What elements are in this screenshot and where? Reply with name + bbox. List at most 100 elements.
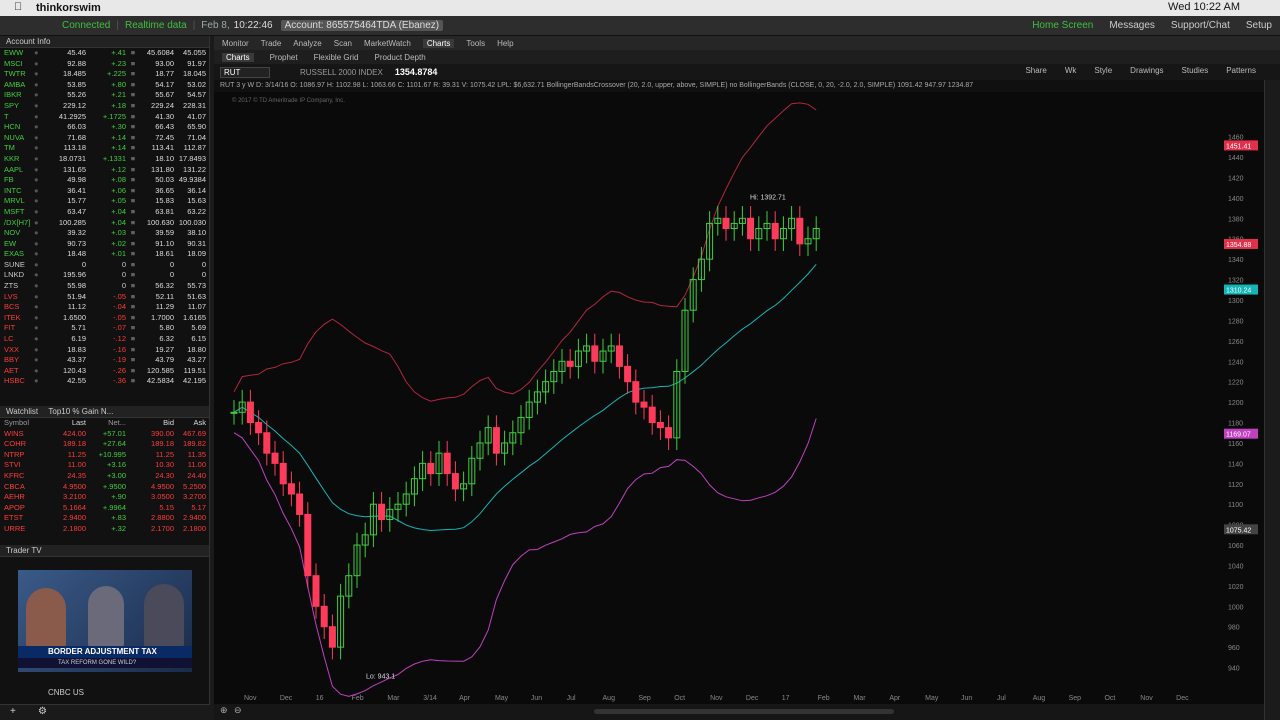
- quote-row[interactable]: AET ● 120.43 -.26 ≡ 120.585 119.51: [0, 366, 209, 377]
- quote-row[interactable]: IBKR ● 55.26 +.21 ≡ 55.67 54.57: [0, 90, 209, 101]
- home-screen-link[interactable]: Home Screen: [1032, 20, 1093, 31]
- chart-scrollbar[interactable]: [594, 709, 894, 714]
- quote-row[interactable]: EW ● 90.73 +.02 ≡ 91.10 90.31: [0, 239, 209, 250]
- chart-mini-icon[interactable]: ≡: [126, 143, 140, 154]
- tab-trade[interactable]: Trade: [261, 39, 282, 48]
- chart-mini-icon[interactable]: ≡: [126, 133, 140, 144]
- apple-icon[interactable]: : [14, 1, 22, 13]
- quote-row[interactable]: HSBC ● 42.55 -.36 ≡ 42.5834 42.195: [0, 376, 209, 387]
- quote-row[interactable]: ITEK ● 1.6500 -.05 ≡ 1.7000 1.6165: [0, 313, 209, 324]
- chart-mini-icon[interactable]: ≡: [126, 154, 140, 165]
- gear-icon[interactable]: ⚙: [38, 706, 47, 717]
- chart-mini-icon[interactable]: ≡: [126, 80, 140, 91]
- tab-help[interactable]: Help: [497, 39, 513, 48]
- chart-mini-icon[interactable]: ≡: [126, 175, 140, 186]
- watchlist-row[interactable]: CBCA 4.9500 +.9500 4.9500 5.2500: [0, 482, 209, 493]
- toolbar-drawings-button[interactable]: Drawings: [1130, 66, 1163, 75]
- chart-mini-icon[interactable]: ≡: [126, 48, 140, 59]
- quote-row[interactable]: ZTS ● 55.98 0 ≡ 56.32 55.73: [0, 281, 209, 292]
- setup-link[interactable]: Setup: [1246, 20, 1272, 31]
- chart-mini-icon[interactable]: ≡: [126, 376, 140, 387]
- watchlist-row[interactable]: WINS 424.00 +57.01 390.00 467.69: [0, 429, 209, 440]
- chart-mini-icon[interactable]: ≡: [126, 281, 140, 292]
- menubar-datetime[interactable]: Wed 10:22 AM: [1168, 1, 1240, 13]
- chart-mini-icon[interactable]: ≡: [126, 345, 140, 356]
- quote-row[interactable]: MSFT ● 63.47 +.04 ≡ 63.81 63.22: [0, 207, 209, 218]
- quote-row[interactable]: VXX ● 18.83 -.16 ≡ 19.27 18.80: [0, 345, 209, 356]
- chart-mini-icon[interactable]: ≡: [126, 196, 140, 207]
- account-info-header[interactable]: Account Info: [0, 36, 209, 48]
- chart-mini-icon[interactable]: ≡: [126, 228, 140, 239]
- toolbar-studies-button[interactable]: Studies: [1182, 66, 1209, 75]
- chart-mini-icon[interactable]: ≡: [126, 292, 140, 303]
- chart-mini-icon[interactable]: ≡: [126, 270, 140, 281]
- subtab-charts[interactable]: Charts: [222, 52, 254, 62]
- col-ask[interactable]: Ask: [174, 418, 208, 429]
- quote-row[interactable]: TM ● 113.18 +.14 ≡ 113.41 112.87: [0, 143, 209, 154]
- quote-row[interactable]: EWW ● 45.46 +.41 ≡ 45.6084 45.055: [0, 48, 209, 59]
- tab-tools[interactable]: Tools: [466, 39, 485, 48]
- support-chat-link[interactable]: Support/Chat: [1171, 20, 1230, 31]
- quote-row[interactable]: /DX[H7] ● 100.285 +.04 ≡ 100.630 100.030: [0, 218, 209, 229]
- chart-mini-icon[interactable]: ≡: [126, 90, 140, 101]
- toolbar-patterns-button[interactable]: Patterns: [1226, 66, 1256, 75]
- chart-mini-icon[interactable]: ≡: [126, 122, 140, 133]
- chart-mini-icon[interactable]: ≡: [126, 186, 140, 197]
- quote-row[interactable]: FB ● 49.98 +.08 ≡ 50.03 49.9384: [0, 175, 209, 186]
- quote-row[interactable]: LNKD ● 195.96 0 ≡ 0 0: [0, 270, 209, 281]
- chart-mini-icon[interactable]: ≡: [126, 260, 140, 271]
- quote-row[interactable]: KKR ● 18.0731 +.1331 ≡ 18.10 17.8493: [0, 154, 209, 165]
- price-chart[interactable]: 9409609801000102010401060108011001120114…: [214, 92, 1264, 704]
- col-last[interactable]: Last: [46, 418, 86, 429]
- quote-row[interactable]: LVS ● 51.94 -.05 ≡ 52.11 51.63: [0, 292, 209, 303]
- tab-charts[interactable]: Charts: [422, 38, 455, 48]
- quote-row[interactable]: BBY ● 43.37 -.19 ≡ 43.79 43.27: [0, 355, 209, 366]
- chart-mini-icon[interactable]: ≡: [126, 112, 140, 123]
- chart-mini-icon[interactable]: ≡: [126, 334, 140, 345]
- chart-mini-icon[interactable]: ≡: [126, 313, 140, 324]
- watchlist-row[interactable]: URRE 2.1800 +.32 2.1700 2.1800: [0, 524, 209, 535]
- chart-mini-icon[interactable]: ≡: [126, 366, 140, 377]
- chart-mini-icon[interactable]: ≡: [126, 101, 140, 112]
- trader-tv-title[interactable]: Trader TV: [6, 546, 42, 555]
- chart-mini-icon[interactable]: ≡: [126, 69, 140, 80]
- watchlist-row[interactable]: NTRP 11.25 +10.995 11.25 11.35: [0, 450, 209, 461]
- quote-row[interactable]: LC ● 6.19 -.12 ≡ 6.32 6.15: [0, 334, 209, 345]
- add-icon[interactable]: +: [10, 706, 16, 717]
- tab-monitor[interactable]: Monitor: [222, 39, 249, 48]
- app-name[interactable]: thinkorswim: [36, 2, 101, 14]
- watchlist-row[interactable]: COHR 189.18 +27.64 189.18 189.82: [0, 439, 209, 450]
- watchlist-selector[interactable]: Top10 % Gain N...: [48, 407, 113, 416]
- quote-row[interactable]: NOV ● 39.32 +.03 ≡ 39.59 38.10: [0, 228, 209, 239]
- tab-analyze[interactable]: Analyze: [293, 39, 321, 48]
- chart-mini-icon[interactable]: ≡: [126, 207, 140, 218]
- quote-row[interactable]: SPY ● 229.12 +.18 ≡ 229.24 228.31: [0, 101, 209, 112]
- quote-row[interactable]: MSCI ● 92.88 +.23 ≡ 93.00 91.97: [0, 59, 209, 70]
- subtab-flexible-grid[interactable]: Flexible Grid: [314, 53, 359, 62]
- col-symbol[interactable]: Symbol: [0, 418, 34, 429]
- quote-row[interactable]: AMBA ● 53.85 +.80 ≡ 54.17 53.02: [0, 80, 209, 91]
- chart-mini-icon[interactable]: ≡: [126, 355, 140, 366]
- watchlist-row[interactable]: APOP 5.1664 +.9964 5.15 5.17: [0, 503, 209, 514]
- watchlist-row[interactable]: AEHR 3.2100 +.90 3.0500 3.2700: [0, 492, 209, 503]
- watchlist-title[interactable]: Watchlist: [6, 407, 38, 416]
- chart-mini-icon[interactable]: ≡: [126, 239, 140, 250]
- quote-row[interactable]: MRVL ● 15.77 +.05 ≡ 15.83 15.63: [0, 196, 209, 207]
- zoom-out-icon[interactable]: ⊖: [234, 705, 242, 716]
- quote-row[interactable]: BCS ● 11.12 -.04 ≡ 11.29 11.07: [0, 302, 209, 313]
- quote-row[interactable]: SUNE ● 0 0 ≡ 0 0: [0, 260, 209, 271]
- chart-area[interactable]: © 2017 © TD Ameritrade IP Company, Inc. …: [214, 92, 1264, 704]
- col-bid[interactable]: Bid: [140, 418, 174, 429]
- watchlist-row[interactable]: STVI 11.00 +3.16 10.30 11.00: [0, 460, 209, 471]
- toolbar-share-button[interactable]: Share: [1025, 66, 1046, 75]
- col-net[interactable]: Net...: [86, 418, 126, 429]
- quote-row[interactable]: INTC ● 36.41 +.06 ≡ 36.65 36.14: [0, 186, 209, 197]
- quote-row[interactable]: T ● 41.2925 +.1725 ≡ 41.30 41.07: [0, 112, 209, 123]
- quote-row[interactable]: HCN ● 66.03 +.30 ≡ 66.43 65.90: [0, 122, 209, 133]
- trader-tv-video[interactable]: BORDER ADJUSTMENT TAX TAX REFORM GONE WI…: [18, 570, 192, 672]
- quote-row[interactable]: AAPL ● 131.65 +.12 ≡ 131.80 131.22: [0, 165, 209, 176]
- quote-row[interactable]: EXAS ● 18.48 +.01 ≡ 18.61 18.09: [0, 249, 209, 260]
- toolbar-wk-button[interactable]: Wk: [1065, 66, 1077, 75]
- tab-marketwatch[interactable]: MarketWatch: [364, 39, 411, 48]
- chart-mini-icon[interactable]: ≡: [126, 249, 140, 260]
